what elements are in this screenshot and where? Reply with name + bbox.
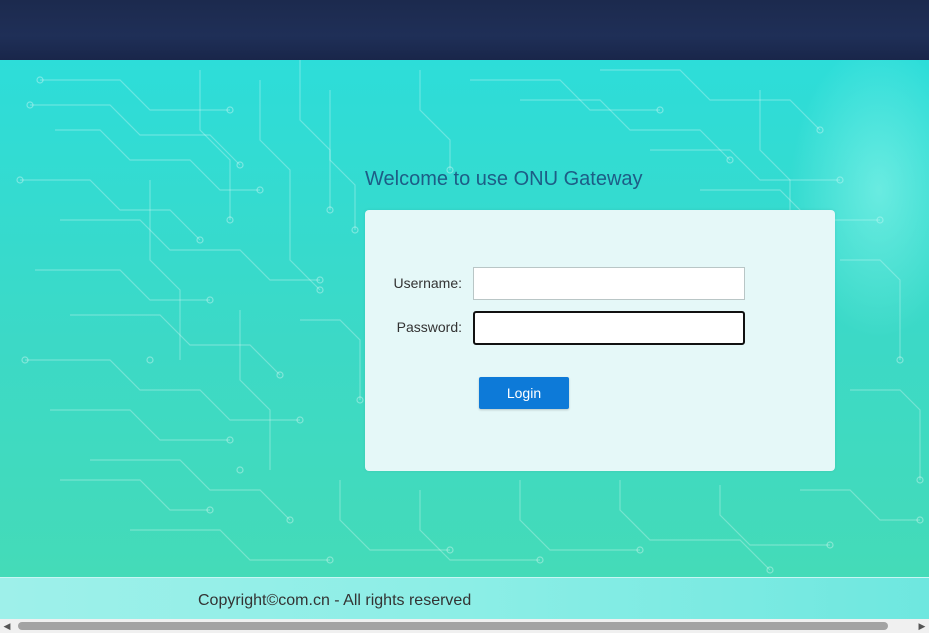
- footer: Copyright©com.cn - All rights reserved: [0, 577, 929, 620]
- copyright-text: Copyright©com.cn - All rights reserved: [198, 592, 472, 609]
- horizontal-scrollbar[interactable]: ◀ ▶: [0, 619, 929, 633]
- welcome-title: Welcome to use ONU Gateway: [365, 168, 643, 190]
- scroll-right-arrow-icon[interactable]: ▶: [915, 619, 929, 633]
- login-panel: Username: Password: Login: [365, 210, 835, 471]
- username-label: Username:: [393, 275, 462, 291]
- scroll-left-arrow-icon[interactable]: ◀: [0, 619, 14, 633]
- top-banner: [0, 0, 929, 60]
- password-input[interactable]: [473, 311, 745, 345]
- username-input[interactable]: [473, 267, 745, 300]
- scroll-thumb[interactable]: [18, 622, 888, 630]
- login-button[interactable]: Login: [479, 377, 569, 409]
- login-page-background: Welcome to use ONU Gateway Username: Pas…: [0, 60, 929, 577]
- password-label: Password:: [396, 319, 462, 335]
